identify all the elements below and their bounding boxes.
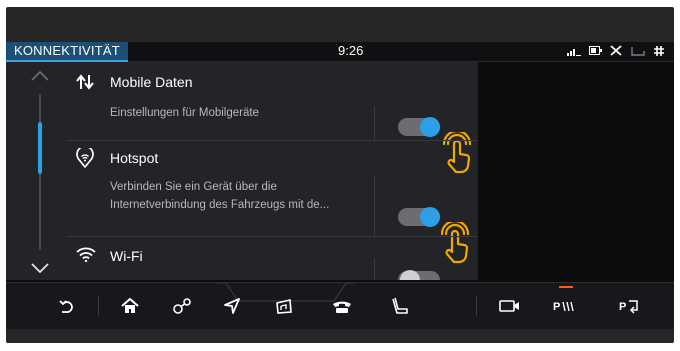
- back-icon: [59, 300, 73, 313]
- toggle-separator: [374, 258, 375, 280]
- toggle-separator: [374, 176, 375, 236]
- svg-text:P: P: [619, 301, 626, 313]
- svg-text:P: P: [553, 301, 560, 313]
- clock: 9:26: [338, 43, 364, 58]
- bottom-nav-bar: P P: [6, 282, 674, 329]
- park-assist-icon: P: [553, 301, 574, 313]
- mobile-data-icon: [76, 74, 94, 90]
- park-exit-icon: P: [619, 300, 638, 314]
- mobile-data-toggle[interactable]: [398, 117, 440, 137]
- media-icon: [276, 299, 292, 314]
- item-subtitle: Einstellungen für Mobilgeräte: [110, 107, 259, 119]
- mute-icon: [610, 45, 622, 56]
- scrollbar-thumb[interactable]: [38, 122, 42, 174]
- toggle-knob: [400, 270, 420, 280]
- nav-navigation-button[interactable]: [202, 283, 262, 329]
- toggle-knob: [420, 117, 440, 137]
- nav-separator: [98, 296, 99, 316]
- hotspot-toggle[interactable]: [398, 207, 440, 227]
- connectivity-icon: [173, 298, 191, 314]
- item-title: Wi-Fi: [110, 248, 143, 264]
- infotainment-screen: KONNEKTIVITÄT 9:26 Mobile Daten Einstell…: [6, 42, 674, 329]
- active-indicator: [559, 286, 573, 288]
- scroll-down-icon[interactable]: [28, 260, 52, 276]
- home-icon: [121, 298, 139, 313]
- status-bar: KONNEKTIVITÄT 9:26: [6, 42, 674, 62]
- toggle-separator: [374, 106, 375, 140]
- settings-panel: Mobile Daten Einstellungen für Mobilgerä…: [6, 62, 478, 280]
- navigation-icon: [224, 298, 240, 314]
- seat-icon: [631, 46, 645, 56]
- nav-park-assist-button[interactable]: P: [536, 283, 596, 329]
- item-subtitle: Verbinden Sie ein Gerät über die Interne…: [110, 181, 330, 211]
- scroll-column: [6, 62, 66, 280]
- app-title: KONNEKTIVITÄT: [6, 42, 128, 62]
- wifi-toggle[interactable]: [398, 270, 440, 280]
- nav-seat-button[interactable]: [370, 283, 430, 329]
- status-icons: [567, 45, 664, 56]
- nav-camera-button[interactable]: [480, 283, 540, 329]
- camera-icon: [499, 300, 519, 312]
- toggle-knob: [420, 207, 440, 227]
- hash-icon: [654, 45, 664, 56]
- hotspot-icon: [76, 148, 94, 168]
- nav-media-button[interactable]: [254, 283, 314, 329]
- nav-phone-button[interactable]: [312, 283, 372, 329]
- wifi-icon: [76, 247, 96, 262]
- battery-icon: [589, 46, 602, 55]
- nav-home-button[interactable]: [100, 283, 160, 329]
- seat-climate-icon: [392, 297, 408, 314]
- nav-park-exit-button[interactable]: P: [600, 283, 660, 329]
- signal-icon: [567, 48, 581, 56]
- item-title: Mobile Daten: [110, 74, 193, 90]
- scroll-up-icon[interactable]: [28, 68, 52, 84]
- nav-separator: [476, 296, 477, 316]
- phone-icon: [333, 301, 351, 313]
- nav-back-button[interactable]: [36, 283, 96, 329]
- item-title: Hotspot: [110, 150, 159, 166]
